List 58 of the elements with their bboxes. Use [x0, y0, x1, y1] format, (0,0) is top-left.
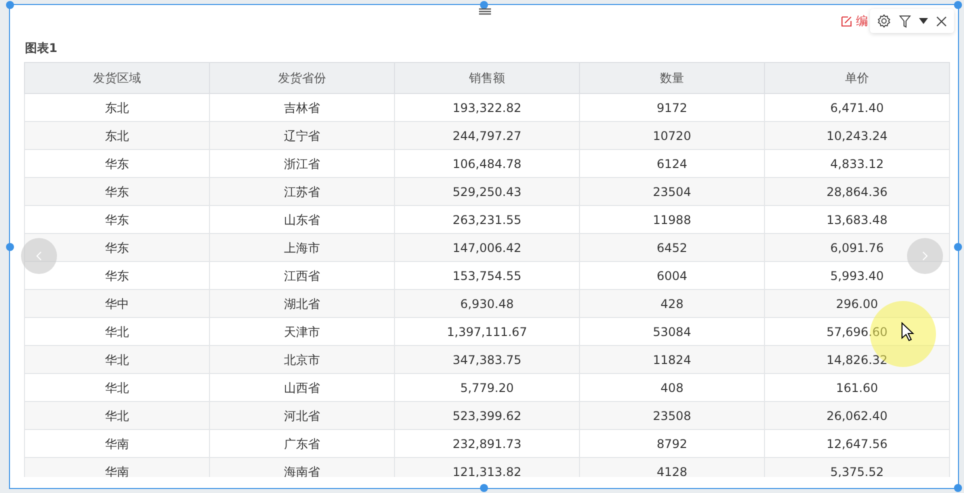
table-cell: 东北 [24, 122, 210, 150]
chevron-left-icon [36, 251, 42, 261]
table-cell: 14,826.32 [764, 346, 950, 374]
chart-title: 图表1 [25, 40, 58, 57]
table-cell: 华东 [24, 178, 210, 206]
table-cell: 北京市 [210, 346, 394, 374]
column-header[interactable]: 单价 [764, 62, 950, 94]
resize-handle[interactable] [480, 484, 488, 492]
drag-handle-icon[interactable] [479, 8, 491, 15]
table-cell: 辽宁省 [210, 122, 394, 150]
table-cell: 华东 [24, 234, 210, 262]
caret-icon[interactable] [919, 18, 928, 24]
table-cell: 华北 [24, 402, 210, 430]
table-cell: 10720 [580, 122, 764, 150]
table-cell: 10,243.24 [764, 122, 950, 150]
table-cell: 6,091.76 [764, 234, 950, 262]
table-cell: 296.00 [764, 290, 950, 318]
table-cell: 523,399.62 [394, 402, 580, 430]
table-cell: 428 [580, 290, 764, 318]
table-cell: 江苏省 [210, 178, 394, 206]
table-cell: 244,797.27 [394, 122, 580, 150]
column-header[interactable]: 数量 [580, 62, 764, 94]
resize-handle[interactable] [954, 484, 962, 492]
table-cell: 23508 [580, 402, 764, 430]
resize-handle[interactable] [954, 242, 962, 250]
column-header[interactable]: 销售额 [394, 62, 580, 94]
cursor-icon [901, 322, 915, 342]
table-cell: 121,313.82 [394, 458, 580, 477]
close-icon[interactable] [936, 16, 947, 26]
edit-button[interactable]: 编 [841, 12, 868, 30]
table-cell: 6,930.48 [394, 290, 580, 318]
filter-icon[interactable] [899, 14, 911, 28]
table-cell: 347,383.75 [394, 346, 580, 374]
table-cell: 上海市 [210, 234, 394, 262]
table-cell: 529,250.43 [394, 178, 580, 206]
resize-handle[interactable] [6, 1, 14, 9]
table-cell: 华北 [24, 346, 210, 374]
column-header[interactable]: 发货区域 [24, 62, 210, 94]
edit-icon [841, 16, 852, 26]
table-cell: 海南省 [210, 458, 394, 477]
resize-handle[interactable] [954, 1, 962, 9]
chevron-right-icon [922, 251, 928, 261]
table-cell: 4128 [580, 458, 764, 477]
resize-handle[interactable] [6, 242, 14, 250]
table-cell: 6452 [580, 234, 764, 262]
table-cell: 5,375.52 [764, 458, 950, 477]
table-cell: 28,864.36 [764, 178, 950, 206]
table-cell: 147,006.42 [394, 234, 580, 262]
table-cell: 华中 [24, 290, 210, 318]
table-cell: 湖北省 [210, 290, 394, 318]
column-header[interactable]: 发货省份 [210, 62, 394, 94]
table-cell: 26,062.40 [764, 402, 950, 430]
resize-handle[interactable] [480, 1, 488, 9]
table-cell: 河北省 [210, 402, 394, 430]
settings-icon[interactable] [877, 14, 891, 28]
table-cell: 华南 [24, 458, 210, 477]
table-cell: 23504 [580, 178, 764, 206]
table-cell: 11824 [580, 346, 764, 374]
